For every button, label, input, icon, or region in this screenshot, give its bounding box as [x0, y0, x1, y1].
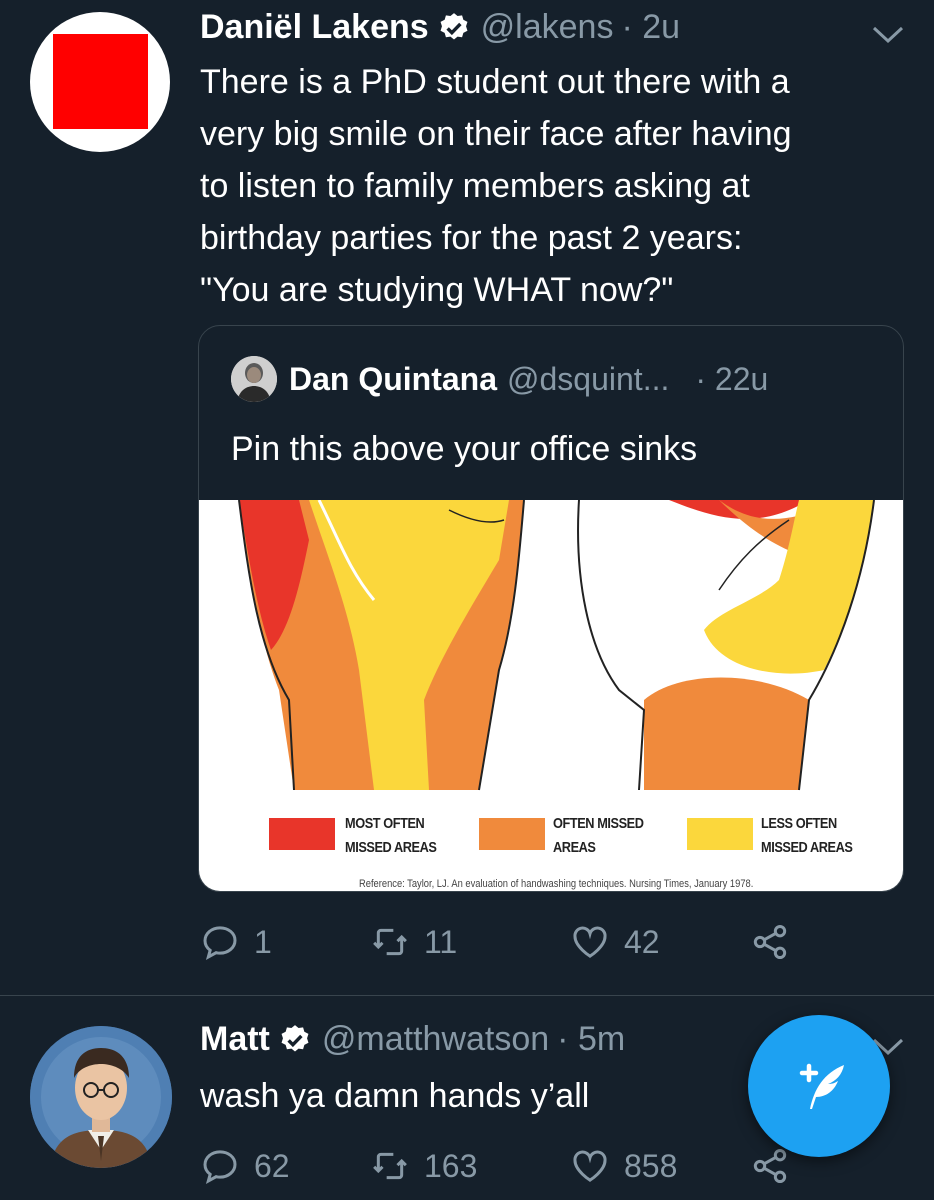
avatar[interactable]	[30, 12, 170, 152]
image-reference: Reference: Taylor, LJ. An evaluation of …	[359, 878, 754, 890]
share-icon	[753, 925, 787, 959]
compose-tweet-button[interactable]	[748, 1015, 890, 1157]
quoted-tweet-text: Pin this above your office sinks	[231, 430, 698, 468]
tweet-time[interactable]: · 5m	[557, 1020, 625, 1059]
reply-icon	[203, 926, 237, 961]
retweet-count: 163	[424, 1147, 478, 1184]
retweet-icon	[373, 928, 407, 956]
quoted-tweet-header: Dan Quintana @dsquint... · 22u	[231, 356, 768, 402]
author-name[interactable]: Matt	[200, 1020, 270, 1059]
author-handle[interactable]: @lakens	[481, 8, 614, 47]
like-icon	[573, 1150, 607, 1182]
retweet-count: 11	[424, 923, 458, 960]
quoted-tweet[interactable]: Dan Quintana @dsquint... · 22u Pin this …	[198, 325, 904, 892]
retweet-icon	[373, 1152, 407, 1180]
author-name[interactable]: Daniël Lakens	[200, 8, 429, 47]
verified-badge-icon	[281, 1024, 309, 1051]
quoted-avatar	[231, 356, 277, 402]
like-count: 858	[624, 1147, 678, 1184]
tweet-header: Daniël Lakens @lakens · 2u	[200, 8, 680, 47]
reply-count: 1	[254, 923, 272, 960]
like-button[interactable]: 858	[570, 1146, 750, 1186]
author-handle[interactable]: @matthwatson	[322, 1020, 549, 1059]
tweet-lakens[interactable]: Daniël Lakens @lakens · 2u There is a Ph…	[0, 0, 934, 996]
quoted-author-handle[interactable]: @dsquint...	[507, 361, 669, 398]
reply-icon	[203, 1150, 237, 1185]
verified-badge-icon	[440, 12, 468, 39]
legend-label-less-missed: LESS OFTEN MISSED AREAS	[761, 815, 853, 856]
avatar[interactable]	[30, 1026, 172, 1168]
retweet-button[interactable]: 163	[370, 1146, 570, 1186]
reply-button[interactable]: 62	[200, 1146, 370, 1186]
reply-button[interactable]: 1	[200, 922, 370, 962]
handwashing-illustration	[238, 500, 875, 791]
quoted-tweet-image[interactable]: MOST OFTEN MISSED AREAS OFTEN MISSED ARE…	[199, 500, 903, 891]
like-icon	[573, 926, 607, 958]
reply-count: 62	[254, 1147, 290, 1184]
compose-tweet-icon	[799, 1063, 844, 1109]
legend-swatch-less-missed	[687, 818, 753, 850]
share-button[interactable]	[750, 922, 790, 962]
legend-label-often-missed: OFTEN MISSED AREAS	[553, 815, 644, 856]
legend-swatch-often-missed	[479, 818, 545, 850]
legend-swatch-most-missed	[269, 818, 335, 850]
tweet-actions: 1 11 42	[200, 922, 790, 962]
retweet-button[interactable]: 11	[370, 922, 570, 962]
tweet-text: There is a PhD student out there with a …	[200, 63, 792, 309]
chevron-down-icon[interactable]	[870, 22, 906, 46]
quoted-author-name[interactable]: Dan Quintana	[289, 361, 497, 398]
tweet-actions: 62 163 858	[200, 1146, 790, 1186]
like-button[interactable]: 42	[570, 922, 750, 962]
tweet-time[interactable]: · 2u	[621, 8, 680, 47]
like-count: 42	[624, 923, 660, 960]
quoted-tweet-time: · 22u	[695, 360, 769, 397]
tweet-header: Matt @matthwatson · 5m	[200, 1020, 625, 1059]
legend-label-most-missed: MOST OFTEN MISSED AREAS	[345, 815, 437, 856]
